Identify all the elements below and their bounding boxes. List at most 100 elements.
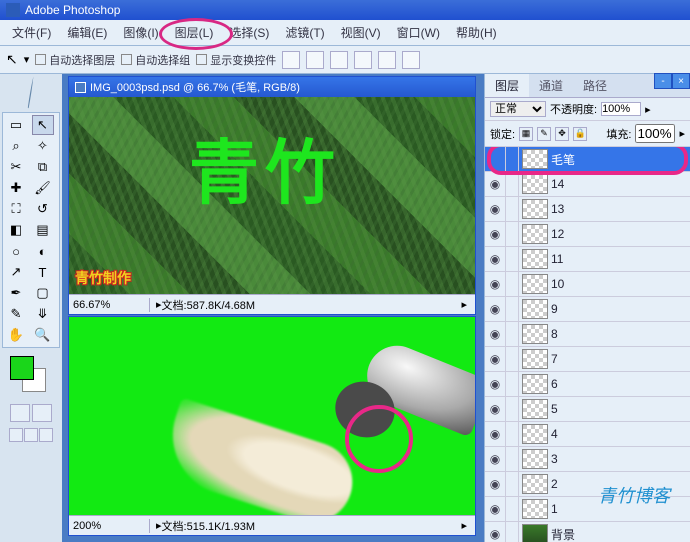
link-col[interactable] (505, 172, 519, 196)
layer-row[interactable]: ◉5 (485, 397, 690, 422)
shape-tool[interactable]: ▢ (32, 283, 54, 303)
hand-tool[interactable]: ✋ (5, 325, 27, 345)
marquee-tool[interactable]: ▭ (5, 115, 27, 135)
type-tool[interactable]: T (32, 262, 54, 282)
link-col[interactable] (505, 347, 519, 371)
eye-icon[interactable]: ◉ (485, 302, 505, 316)
path-tool[interactable]: ↗ (5, 262, 27, 282)
eye-icon[interactable]: ◉ (485, 352, 505, 366)
layer-row[interactable]: ◉8 (485, 322, 690, 347)
eye-icon[interactable]: ◉ (485, 227, 505, 241)
menu-filter[interactable]: 滤镜(T) (277, 22, 332, 43)
layer-row[interactable]: ◉10 (485, 272, 690, 297)
crop-tool[interactable]: ✂ (5, 157, 27, 177)
layer-thumb[interactable] (522, 324, 548, 344)
layer-row[interactable]: ◉6 (485, 372, 690, 397)
screen-mode[interactable] (9, 428, 23, 442)
dodge-tool[interactable]: ◐ (32, 241, 54, 261)
eye-icon[interactable]: ◉ (485, 177, 505, 191)
layer-thumb[interactable] (522, 424, 548, 444)
link-col[interactable] (505, 147, 519, 171)
menu-image[interactable]: 图像(I) (115, 22, 166, 43)
color-swatches[interactable] (4, 354, 58, 396)
menu-help[interactable]: 帮助(H) (448, 22, 505, 43)
eyedrop-tool[interactable]: ⤋ (32, 304, 54, 324)
notes-tool[interactable]: ✎ (5, 304, 27, 324)
close-icon[interactable]: × (672, 73, 690, 89)
layer-row[interactable]: ◉7 (485, 347, 690, 372)
eraser-tool[interactable]: ◧ (5, 220, 27, 240)
align-icon[interactable] (330, 51, 348, 69)
eye-icon[interactable]: ◉ (485, 402, 505, 416)
tab-layers[interactable]: 图层 (485, 74, 529, 97)
link-col[interactable] (505, 372, 519, 396)
layer-thumb[interactable] (522, 249, 548, 269)
eye-icon[interactable]: ◉ (485, 202, 505, 216)
lock-move-icon[interactable]: ✥ (555, 127, 569, 141)
eye-icon[interactable]: ◉ (485, 477, 505, 491)
link-col[interactable] (505, 272, 519, 296)
layer-thumb[interactable] (522, 224, 548, 244)
fill-input[interactable] (635, 124, 675, 143)
layer-row[interactable]: ◉14 (485, 172, 690, 197)
auto-select-layer[interactable]: 自动选择图层 (35, 52, 115, 68)
layer-thumb[interactable] (522, 274, 548, 294)
link-col[interactable] (505, 447, 519, 471)
layer-thumb[interactable] (522, 199, 548, 219)
tool-dropdown-icon[interactable]: ▾ (24, 53, 30, 66)
menu-select[interactable]: 选择(S) (221, 22, 277, 43)
link-col[interactable] (505, 497, 519, 521)
slice-tool[interactable]: ⧉ (32, 157, 54, 177)
layer-row[interactable]: 毛笔 (485, 147, 690, 172)
history-tool[interactable]: ↺ (32, 199, 54, 219)
link-col[interactable] (505, 397, 519, 421)
align-icon[interactable] (282, 51, 300, 69)
wand-tool[interactable]: ✧ (32, 136, 54, 156)
link-col[interactable] (505, 247, 519, 271)
eye-icon[interactable]: ◉ (485, 427, 505, 441)
layer-row[interactable]: ◉背景 (485, 522, 690, 542)
doc1-canvas[interactable]: 青竹 青竹制作 (69, 97, 475, 294)
heal-tool[interactable]: ✚ (5, 178, 27, 198)
zoom-tool[interactable]: 🔍 (32, 325, 54, 345)
layer-thumb[interactable] (522, 349, 548, 369)
layer-thumb[interactable] (522, 149, 548, 169)
link-col[interactable] (505, 522, 519, 542)
eye-icon[interactable]: ◉ (485, 252, 505, 266)
move-tool[interactable]: ↖ (32, 115, 54, 135)
screen-mode[interactable] (24, 428, 38, 442)
layer-thumb[interactable] (522, 174, 548, 194)
document-window-1[interactable]: IMG_0003psd.psd @ 66.7% (毛笔, RGB/8) 青竹 青… (68, 76, 476, 315)
menu-file[interactable]: 文件(F) (4, 22, 59, 43)
eye-icon[interactable]: ◉ (485, 452, 505, 466)
menu-window[interactable]: 窗口(W) (389, 22, 448, 43)
link-col[interactable] (505, 197, 519, 221)
blur-tool[interactable]: ○ (5, 241, 27, 261)
align-icon[interactable] (306, 51, 324, 69)
brush-tool[interactable]: 🖌 (32, 178, 54, 198)
eye-icon[interactable]: ◉ (485, 327, 505, 341)
align-icon[interactable] (402, 51, 420, 69)
lock-pixels-icon[interactable]: ▦ (519, 127, 533, 141)
screen-mode[interactable] (39, 428, 53, 442)
layer-thumb[interactable] (522, 399, 548, 419)
layer-row[interactable]: ◉4 (485, 422, 690, 447)
layer-thumb[interactable] (522, 524, 548, 542)
link-col[interactable] (505, 422, 519, 446)
link-col[interactable] (505, 297, 519, 321)
menu-edit[interactable]: 编辑(E) (59, 22, 115, 43)
layer-thumb[interactable] (522, 374, 548, 394)
align-icon[interactable] (354, 51, 372, 69)
fg-color[interactable] (10, 356, 34, 380)
layer-row[interactable]: ◉11 (485, 247, 690, 272)
layer-row[interactable]: ◉13 (485, 197, 690, 222)
layer-thumb[interactable] (522, 474, 548, 494)
layer-thumb[interactable] (522, 449, 548, 469)
document-window-2[interactable]: 200% ▸ 文档:515.1K/1.93M ▸ (68, 316, 476, 536)
eye-icon[interactable]: ◉ (485, 277, 505, 291)
standard-mode[interactable] (10, 404, 30, 422)
show-transform[interactable]: 显示变换控件 (196, 52, 276, 68)
quickmask-mode[interactable] (32, 404, 52, 422)
align-icon[interactable] (378, 51, 396, 69)
lock-all-icon[interactable]: 🔒 (573, 127, 587, 141)
